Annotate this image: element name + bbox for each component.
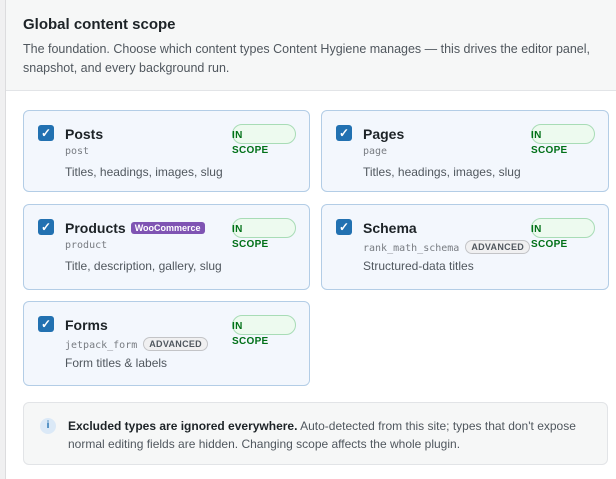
status-badge-label: IN SCOPE — [232, 130, 269, 156]
card-slug-row: rank_math_schema ADVANCED — [363, 240, 531, 254]
card-title-row: Products WooCommerce — [65, 220, 205, 236]
status-badge-label: IN SCOPE — [531, 224, 568, 250]
content-scope-panel: Global content scope The foundation. Cho… — [5, 0, 616, 479]
scope-card-posts[interactable]: ✓ Posts post Titles, headings, images, s… — [23, 110, 310, 192]
card-description: Titles, headings, images, slug — [363, 165, 521, 179]
card-slug-row: jetpack_form ADVANCED — [65, 337, 208, 351]
woocommerce-badge: WooCommerce — [130, 222, 205, 234]
notice-text: Excluded types are ignored everywhere. A… — [68, 417, 593, 453]
checkmark-icon[interactable]: ✓ — [336, 219, 352, 235]
scope-card-schema[interactable]: ✓ Schema rank_math_schema ADVANCED Struct… — [321, 204, 609, 290]
notice-bold: Excluded types are ignored everywhere. — [68, 419, 298, 433]
card-description: Title, description, gallery, slug — [65, 259, 222, 273]
card-description: Form titles & labels — [65, 356, 168, 370]
checkmark-icon[interactable]: ✓ — [336, 125, 352, 141]
checkmark-icon[interactable]: ✓ — [38, 219, 54, 235]
card-title: Posts — [65, 126, 104, 142]
card-title: Products — [65, 220, 126, 236]
advanced-badge: ADVANCED — [465, 240, 531, 254]
card-description: Titles, headings, images, slug — [65, 165, 223, 179]
scope-card-products[interactable]: ✓ Products WooCommerce product Title, des… — [23, 204, 310, 290]
card-slug: jetpack_form — [65, 340, 138, 351]
section-header: Global content scope The foundation. Cho… — [6, 0, 616, 91]
info-notice: i Excluded types are ignored everywhere.… — [23, 402, 608, 465]
card-slug: rank_math_schema — [363, 243, 460, 254]
card-slug: post — [65, 146, 90, 157]
checkmark-icon[interactable]: ✓ — [38, 125, 54, 141]
section-description: The foundation. Choose which content typ… — [23, 42, 591, 75]
card-title: Schema — [363, 220, 417, 236]
card-slug: product — [65, 240, 108, 251]
card-title: Forms — [65, 317, 108, 333]
info-icon: i — [40, 418, 56, 434]
status-badge-label: IN SCOPE — [232, 321, 269, 347]
card-title: Pages — [363, 126, 405, 142]
card-description: Structured-data titles — [363, 259, 474, 273]
scope-card-forms[interactable]: ✓ Forms jetpack_form ADVANCED Form titles… — [23, 301, 310, 386]
scope-card-pages[interactable]: ✓ Pages page Titles, headings, images, s… — [321, 110, 609, 192]
section-title: Global content scope — [23, 16, 176, 33]
checkmark-icon[interactable]: ✓ — [38, 316, 54, 332]
card-slug: page — [363, 146, 388, 157]
status-badge-label: IN SCOPE — [232, 224, 269, 250]
status-badge-label: IN SCOPE — [531, 130, 568, 156]
advanced-badge: ADVANCED — [143, 337, 208, 351]
